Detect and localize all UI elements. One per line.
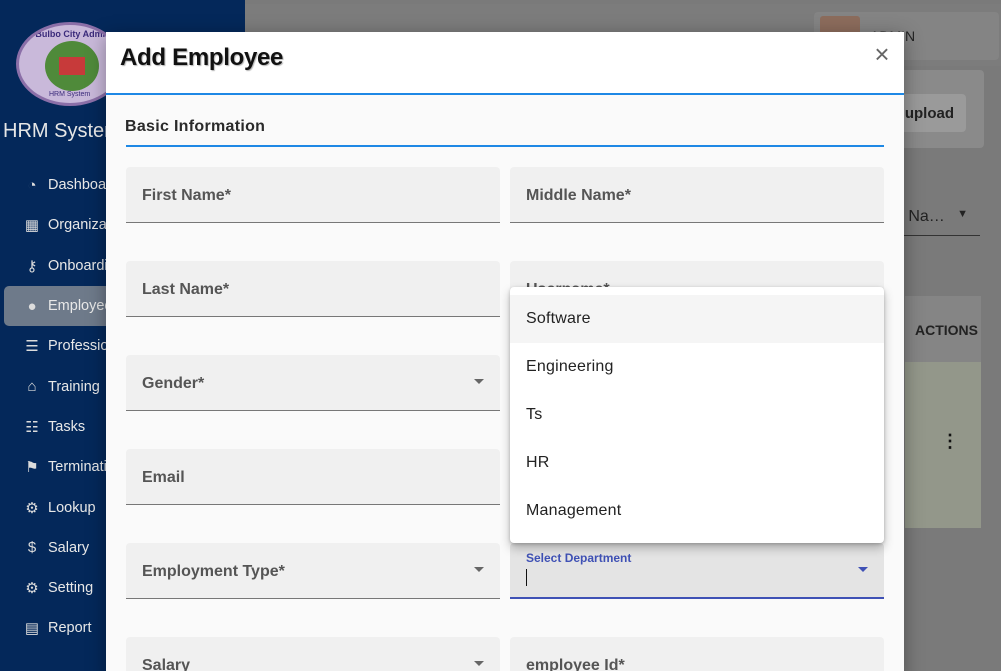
- department-option[interactable]: HR: [510, 439, 884, 487]
- employment-type-select[interactable]: Employment Type*: [126, 543, 500, 599]
- employment-type-label: Employment Type*: [142, 563, 285, 580]
- building-icon: ▦: [24, 217, 40, 235]
- dialog-title: Add Employee: [120, 44, 284, 71]
- actions-column-header: ACTIONS: [905, 296, 981, 362]
- key-icon: ⚷: [26, 257, 38, 275]
- graduation-cap-icon: ⌂: [27, 378, 37, 396]
- sidebar-item-label: Setting: [48, 580, 94, 597]
- flag-checkered-icon: ⚑: [25, 459, 39, 477]
- sidebar-item-label: Training: [48, 378, 100, 395]
- sidebar-item-label: Lookup: [48, 499, 96, 516]
- logo-subtext: HRM System: [49, 91, 91, 98]
- chevron-down-icon: ▼: [957, 208, 968, 220]
- chevron-down-icon: [474, 567, 484, 572]
- chevron-down-icon: [858, 567, 868, 572]
- chevron-down-icon: [474, 661, 484, 666]
- section-divider: [126, 145, 884, 147]
- department-option[interactable]: Management: [510, 487, 884, 535]
- email-field[interactable]: Email: [126, 449, 500, 505]
- file-icon: ▤: [24, 620, 40, 638]
- logo-text: Bulbo City Admin: [35, 29, 111, 39]
- email-label: Email: [142, 469, 185, 486]
- dialog-header: Add Employee ×: [106, 32, 904, 95]
- chevron-down-icon: [474, 379, 484, 384]
- brand-title: HRM System: [3, 120, 121, 142]
- salary-select[interactable]: Salary: [126, 637, 500, 671]
- section-title: Basic Information: [125, 118, 266, 135]
- list-icon: ☰: [25, 338, 39, 356]
- tasks-icon: ☷: [25, 418, 39, 436]
- text-cursor: [526, 569, 527, 586]
- user-icon: ●: [27, 297, 37, 315]
- employee-id-field[interactable]: employee Id*: [510, 637, 884, 671]
- sidebar-item-label: Employee: [48, 298, 113, 315]
- close-icon[interactable]: ×: [870, 41, 894, 67]
- last-name-field[interactable]: Last Name*: [126, 261, 500, 317]
- department-dropdown-menu: Software Engineering Ts HR Management: [510, 287, 884, 543]
- sidebar-item-label: Tasks: [48, 418, 86, 435]
- gender-label: Gender*: [142, 375, 205, 392]
- kebab-menu-icon[interactable]: ⋮: [941, 432, 959, 450]
- department-option[interactable]: Software: [510, 295, 884, 343]
- sidebar-item-label: Report: [48, 620, 92, 637]
- first-name-field[interactable]: First Name*: [126, 167, 500, 223]
- employee-id-label: employee Id*: [526, 657, 625, 671]
- department-select[interactable]: Select Department: [510, 543, 884, 599]
- last-name-label: Last Name*: [142, 281, 230, 298]
- department-option[interactable]: Ts: [510, 391, 884, 439]
- gear-icon: ⚙: [25, 499, 39, 517]
- middle-name-field[interactable]: Middle Name*: [510, 167, 884, 223]
- logo-building: [59, 57, 85, 75]
- dollar-icon: $: [27, 539, 37, 557]
- department-option[interactable]: Engineering: [510, 343, 884, 391]
- sidebar-item-label: Salary: [48, 539, 90, 556]
- middle-name-label: Middle Name*: [526, 187, 631, 204]
- department-label: Select Department: [526, 551, 632, 565]
- first-name-label: First Name*: [142, 187, 231, 204]
- gears-icon: ⚙: [25, 580, 39, 598]
- dashboard-icon: ◔: [27, 176, 37, 194]
- name-filter-select[interactable]: e Na… ▼: [895, 196, 980, 236]
- salary-label: Salary: [142, 657, 191, 671]
- gender-select[interactable]: Gender*: [126, 355, 500, 411]
